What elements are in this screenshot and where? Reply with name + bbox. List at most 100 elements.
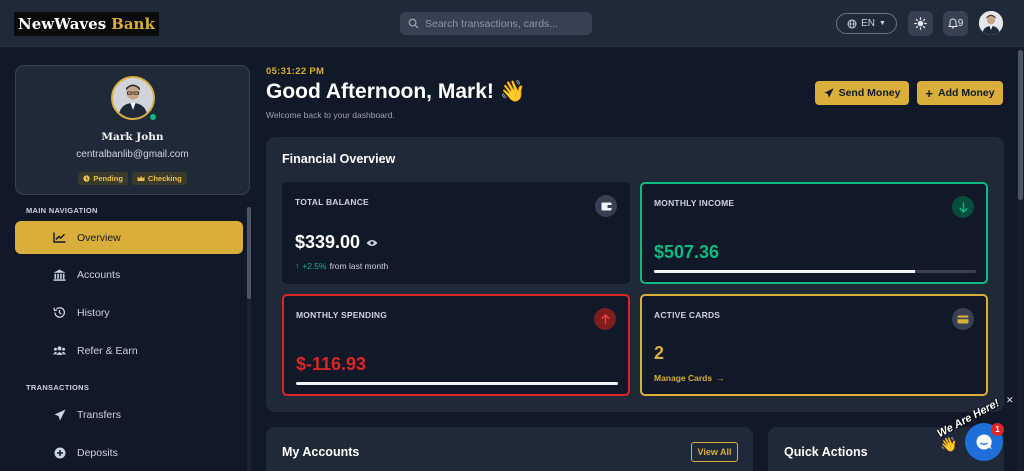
active-cards-label: ACTIVE CARDS (654, 310, 721, 320)
clock-icon (83, 175, 90, 182)
chat-close-icon[interactable]: ✕ (1006, 395, 1014, 406)
transactions-heading: TRANSACTIONS (26, 383, 90, 392)
sidebar-item-transfers[interactable]: Transfers (15, 398, 243, 431)
send-money-label: Send Money (838, 87, 901, 99)
monthly-income-card: MONTHLY INCOME $507.36 (640, 182, 988, 284)
manage-cards-label: Manage Cards (654, 373, 713, 383)
sidebar-item-overview[interactable]: Overview (15, 221, 243, 254)
chat-unread-badge: 1 (991, 423, 1004, 436)
add-money-label: Add Money (938, 87, 995, 99)
search-icon (408, 18, 419, 29)
income-progress-bar (654, 270, 976, 273)
spending-progress-bar (296, 382, 618, 385)
checking-badge-label: Checking (147, 174, 182, 183)
language-selector[interactable]: EN ▼ (836, 13, 897, 34)
avatar-portrait (979, 11, 1003, 35)
sidebar-scrollbar[interactable] (247, 207, 251, 471)
search-input[interactable] (425, 17, 585, 30)
sidebar-item-label: Transfers (77, 408, 121, 421)
quick-actions-title: Quick Actions (784, 445, 868, 459)
top-bar: NewWaves Bank EN ▼ 9 (0, 0, 1024, 47)
sidebar-item-label: Refer & Earn (77, 344, 138, 357)
sidebar-item-deposits[interactable]: Deposits (15, 436, 243, 469)
add-money-button[interactable]: + Add Money (917, 81, 1003, 105)
crown-icon (137, 175, 145, 181)
arrow-down-icon (952, 196, 974, 218)
total-balance-label: TOTAL BALANCE (295, 197, 369, 207)
plus-icon: + (925, 85, 933, 101)
notification-count: 9 (957, 18, 964, 29)
wallet-icon (595, 195, 617, 217)
greeting-heading: Good Afternoon, Mark! 👋 (266, 80, 526, 103)
total-balance-card: TOTAL BALANCE $339.00 ↑ +2.5% from last … (282, 182, 630, 284)
monthly-spending-card: MONTHLY SPENDING $-116.93 (282, 294, 630, 396)
globe-icon (847, 19, 857, 28)
financial-overview-title: Financial Overview (282, 152, 396, 166)
current-time: 05:31:22 PM (266, 66, 325, 77)
checking-badge: Checking (131, 172, 187, 185)
manage-cards-link[interactable]: Manage Cards → (654, 373, 725, 383)
arrow-up-icon: ↑ (295, 261, 300, 271)
pending-badge: Pending (78, 172, 128, 185)
sidebar-item-accounts[interactable]: Accounts (15, 258, 243, 291)
active-cards-card: ACTIVE CARDS 2 Manage Cards → (640, 294, 988, 396)
brand-name-part2: Bank (111, 15, 155, 33)
brand-name-part1: NewWaves (18, 15, 107, 33)
brand-logo[interactable]: NewWaves Bank (14, 12, 159, 36)
eye-icon[interactable] (366, 239, 378, 247)
profile-portrait (113, 78, 153, 118)
balance-change-suffix: from last month (329, 261, 389, 271)
sidebar-item-refer-earn[interactable]: Refer & Earn (15, 334, 243, 367)
bank-icon (53, 268, 66, 281)
main-navigation-heading: MAIN NAVIGATION (26, 206, 98, 215)
balance-change: ↑ +2.5% from last month (295, 261, 388, 271)
language-label: EN (861, 18, 875, 29)
bell-icon (947, 18, 958, 29)
chevron-down-icon: ▼ (878, 20, 886, 27)
income-progress-fill (654, 270, 915, 273)
arrow-up-icon (594, 308, 616, 330)
sidebar-item-label: Overview (77, 231, 121, 244)
arrow-right-icon: → (716, 373, 725, 383)
chart-line-icon (53, 231, 66, 244)
sun-icon (914, 17, 927, 30)
my-accounts-title: My Accounts (282, 445, 360, 459)
profile-email: centralbanlib@gmail.com (76, 149, 189, 160)
total-balance-value: $339.00 (295, 232, 361, 252)
monthly-spending-value: $-116.93 (296, 354, 367, 374)
chat-bubble-icon (976, 434, 992, 450)
profile-photo[interactable] (111, 76, 155, 120)
monthly-spending-label: MONTHLY SPENDING (296, 310, 388, 320)
active-cards-value: 2 (654, 343, 665, 363)
monthly-income-value: $507.36 (654, 242, 720, 262)
waving-hand-icon: 👋 (940, 436, 958, 452)
spending-progress-fill (296, 382, 618, 385)
page-scrollbar[interactable] (1017, 48, 1024, 471)
sidebar-item-label: Deposits (77, 446, 118, 459)
sidebar-item-label: Accounts (77, 268, 121, 281)
sidebar-item-history[interactable]: History (15, 296, 243, 329)
history-icon (53, 306, 66, 319)
sidebar-item-label: History (77, 306, 110, 319)
send-money-button[interactable]: Send Money (815, 81, 909, 105)
paper-plane-icon (53, 408, 66, 421)
profile-card: Mark John centralbanlib@gmail.com Pendin… (15, 65, 250, 195)
user-avatar[interactable] (979, 11, 1003, 35)
balance-change-percent: +2.5% (302, 261, 327, 271)
profile-badges: Pending Checking (16, 172, 249, 185)
sidebar-scrollbar-thumb[interactable] (247, 207, 251, 299)
profile-name: Mark John (101, 131, 164, 143)
view-all-button[interactable]: View All (691, 442, 738, 462)
users-icon (53, 344, 66, 357)
monthly-income-label: MONTHLY INCOME (654, 198, 735, 208)
page-scrollbar-thumb[interactable] (1018, 50, 1023, 200)
paper-plane-icon (823, 88, 834, 98)
pending-badge-label: Pending (93, 174, 123, 183)
online-status-dot (149, 113, 157, 121)
search-bar[interactable] (400, 12, 592, 35)
theme-toggle-button[interactable] (908, 11, 933, 36)
plus-circle-icon (53, 446, 66, 459)
credit-card-icon (952, 308, 974, 330)
notifications-button[interactable]: 9 (943, 11, 968, 36)
welcome-subtitle: Welcome back to your dashboard. (266, 110, 395, 120)
